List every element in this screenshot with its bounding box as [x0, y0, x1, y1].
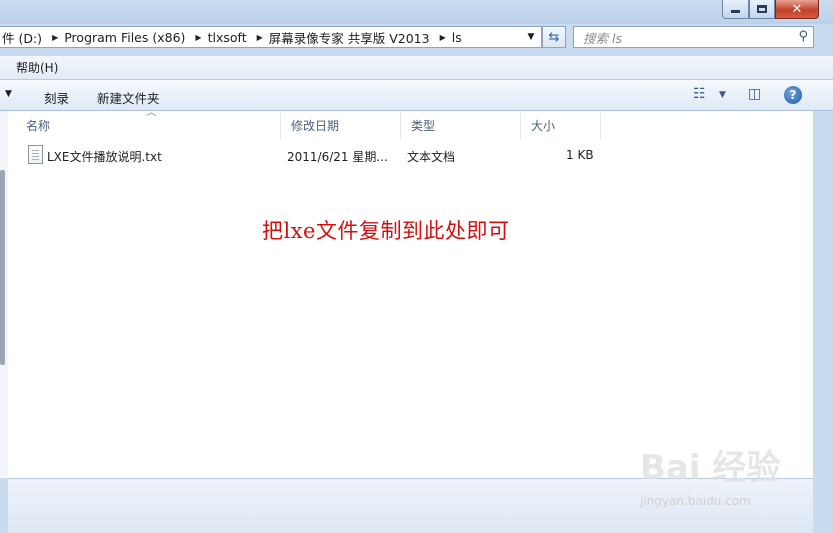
column-headers: ︿ 名称 修改日期 类型 大小	[8, 108, 601, 139]
column-header-modified[interactable]: 修改日期	[281, 113, 401, 139]
maximize-button[interactable]	[749, 0, 775, 19]
file-name: LXE文件播放说明.txt	[47, 150, 162, 164]
toolbar-dropdown-icon[interactable]: ▼	[5, 89, 12, 99]
search-icon[interactable]: ⚲	[798, 29, 808, 44]
watermark-logo: Bai 经验	[640, 448, 781, 488]
file-size: 1 KB	[566, 148, 594, 162]
window-frame-right	[813, 111, 833, 533]
close-icon: ✕	[791, 1, 803, 17]
chevron-right-icon[interactable]: ▶	[254, 33, 267, 42]
close-button[interactable]: ✕	[775, 0, 819, 19]
text-file-icon	[28, 145, 43, 164]
breadcrumb-ls[interactable]: ls	[450, 30, 469, 45]
breadcrumb-tlxsoft[interactable]: tlxsoft	[206, 30, 254, 45]
navigation-bar: 件 (D:) ▶ Program Files (x86) ▶ tlxsoft ▶…	[0, 26, 833, 50]
command-bar: ▼ 刻录 新建文件夹 ☷ ▼ ◫ ?	[0, 80, 833, 111]
preview-pane-icon[interactable]: ◫	[748, 86, 761, 102]
breadcrumb-program-files[interactable]: Program Files (x86)	[62, 30, 192, 45]
chevron-right-icon[interactable]: ▶	[49, 33, 62, 42]
help-icon[interactable]: ?	[784, 86, 802, 104]
address-bar[interactable]: 件 (D:) ▶ Program Files (x86) ▶ tlxsoft ▶…	[0, 26, 542, 48]
title-bar: ✕	[0, 0, 833, 24]
refresh-icon: ⇆	[548, 29, 560, 45]
refresh-button[interactable]: ⇆	[542, 26, 566, 48]
address-dropdown-icon[interactable]: ▼	[521, 27, 541, 47]
breadcrumb-drive[interactable]: 件 (D:)	[0, 28, 49, 47]
minimize-button[interactable]	[722, 0, 749, 19]
burn-button[interactable]: 刻录	[44, 88, 69, 107]
chevron-right-icon[interactable]: ▶	[437, 33, 450, 42]
maximize-icon	[757, 5, 767, 13]
annotation-text: 把lxe文件复制到此处即可	[262, 219, 510, 243]
file-list	[8, 111, 813, 478]
column-header-name[interactable]: 名称	[16, 113, 281, 139]
menu-help[interactable]: 帮助(H)	[16, 59, 58, 76]
file-type: 文本文档	[407, 150, 456, 164]
watermark-url: jingyan.baidu.com	[640, 494, 751, 508]
breadcrumb-screen-recorder[interactable]: 屏幕录像专家 共享版 V2013	[267, 28, 437, 47]
minimize-icon	[731, 10, 740, 13]
table-row[interactable]: LXE文件播放说明.txt 2011/6/21 星期... 文本文档 1 KB	[8, 144, 601, 166]
window-controls: ✕	[722, 0, 819, 19]
menu-bar: 帮助(H)	[0, 56, 833, 80]
view-options-dropdown-icon[interactable]: ▼	[719, 90, 726, 100]
navigation-pane-scrollbar[interactable]	[0, 170, 5, 365]
column-header-size[interactable]: 大小	[521, 113, 601, 139]
change-view-icon[interactable]: ☷	[693, 86, 706, 102]
column-header-type[interactable]: 类型	[401, 113, 521, 139]
search-placeholder: 搜索 ls	[583, 30, 622, 46]
search-input[interactable]: 搜索 ls ⚲	[573, 26, 814, 48]
chevron-right-icon[interactable]: ▶	[192, 33, 205, 42]
file-modified: 2011/6/21 星期...	[287, 150, 388, 164]
